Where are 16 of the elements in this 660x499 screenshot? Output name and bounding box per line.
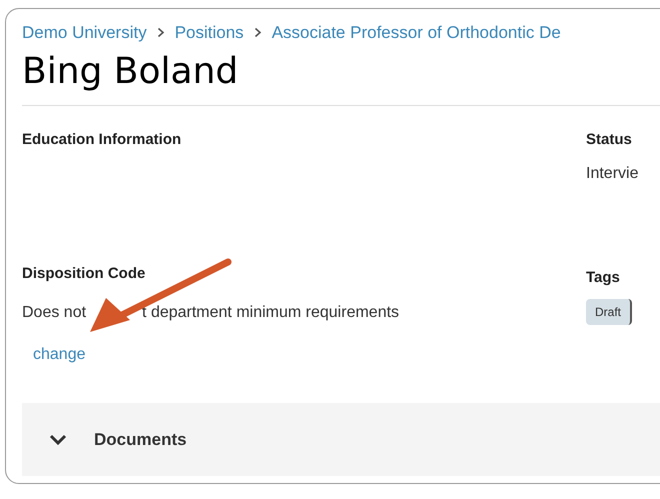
breadcrumb-link[interactable]: Positions: [174, 20, 244, 46]
chevron-right-icon: [156, 27, 165, 38]
section-title: Documents: [94, 428, 187, 451]
field-label: Education Information: [22, 130, 182, 148]
field-label: Disposition Code: [22, 264, 146, 284]
tag-chip[interactable]: Draft: [586, 299, 632, 325]
disposition-value: Does not: [22, 303, 86, 323]
field-label: Status: [586, 130, 633, 148]
field-label: Tags: [586, 268, 621, 288]
change-link[interactable]: change: [33, 343, 86, 367]
breadcrumb-link[interactable]: Demo University: [22, 20, 147, 46]
status-value: Intervie: [586, 164, 638, 184]
breadcrumb-link[interactable]: Associate Professor of Orthodontic De: [272, 20, 561, 46]
candidate-name: Bing Boland: [22, 50, 240, 94]
documents-section-header[interactable]: Documents: [22, 403, 660, 476]
chevron-right-icon: [254, 27, 262, 38]
